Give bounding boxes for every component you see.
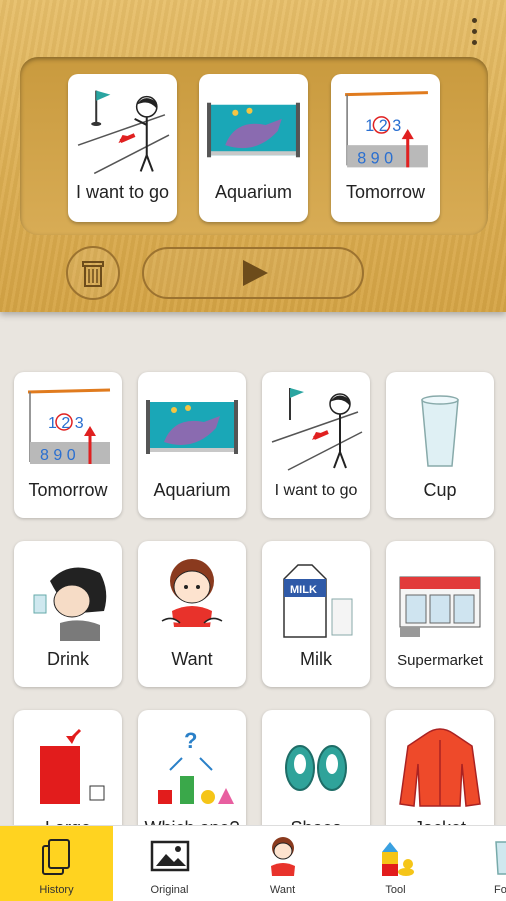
card-label: Drink [46,649,89,669]
grid-card-tomorrow[interactable]: 1 2 3 8 9 0 Tomorrow [14,372,122,518]
svg-text:1 2 3: 1 2 3 [365,117,401,135]
girl-want-icon [270,837,295,876]
toy-blocks-icon [381,842,414,876]
svg-text:8 9 0: 8 9 0 [357,149,393,167]
overflow-menu-icon[interactable] [466,16,484,48]
girl-want-icon [161,559,223,627]
svg-text:8 9 0: 8 9 0 [40,447,76,464]
svg-text:MILK: MILK [290,584,317,596]
image-frame-icon [150,840,189,872]
grid-card-i-want-to-go[interactable]: I want to go [262,372,370,518]
play-icon [243,260,268,286]
sentence-card-tomorrow[interactable]: 1 2 3 8 9 0 Tomorrow [331,74,440,222]
nav-label: Original [150,884,189,896]
grid-card-cup[interactable]: Cup [386,372,494,518]
nav-label: Tool [385,884,406,896]
card-label: Aquarium [153,480,231,500]
nav-tab-original[interactable]: Original [113,826,226,901]
card-label: Want [171,649,213,669]
aquarium-fish-icon [146,400,238,454]
svg-text:?: ? [184,728,197,753]
card-label: Milk [300,649,332,669]
grid-card-supermarket[interactable]: Supermarket [386,541,494,687]
svg-text:1 2 3: 1 2 3 [48,415,84,432]
grid-card-milk[interactable]: MILK Milk [262,541,370,687]
speak-sentence-button[interactable] [142,247,364,299]
aquarium-fish-icon [207,102,300,158]
person-pointing-flag-icon [271,388,363,471]
grid-card-drink[interactable]: Drink [14,541,122,687]
grid-card-want[interactable]: Want [138,541,246,687]
grid-card-aquarium[interactable]: Aquarium [138,372,246,518]
card-label: Supermarket [397,652,483,669]
nav-tab-history[interactable]: History [0,826,113,901]
large-small-icon [40,728,105,804]
clear-sentence-button[interactable] [66,246,120,300]
nav-tab-want[interactable]: Want [226,826,339,901]
shoes-icon [285,745,347,791]
cup-icon [421,395,459,467]
nav-tab-food[interactable]: Fo [452,826,506,901]
person-drinking-icon [33,567,107,641]
card-label: Tomorrow [345,182,425,202]
bottom-navigation: History Original Want Tool Fo [0,825,506,901]
supermarket-icon [399,576,481,637]
calendar-tomorrow-icon: 1 2 3 8 9 0 [345,91,428,168]
sentence-board: I want to go Aquarium 1 2 3 8 9 0 Tomorr… [0,0,506,312]
nav-tab-tool[interactable]: Tool [339,826,452,901]
sentence-card-i-want-to-go[interactable]: I want to go [68,74,177,222]
milk-carton-icon: MILK [283,564,353,638]
calendar-tomorrow-icon: 1 2 3 8 9 0 [27,388,111,464]
person-pointing-flag-icon [77,90,170,175]
jacket-icon [399,728,481,807]
history-cards-icon [41,839,70,875]
nav-label: Fo [494,884,506,896]
card-label: I want to go [75,182,170,202]
card-label: I want to go [274,482,358,499]
nav-label: History [39,884,74,896]
sentence-card-aquarium[interactable]: Aquarium [199,74,308,222]
nav-label: Want [269,884,296,896]
card-label: Tomorrow [28,480,108,500]
card-label: Aquarium [214,182,293,202]
trash-icon [82,261,104,287]
card-label: Cup [423,480,457,500]
glass-icon [495,841,506,875]
which-one-icon: ? [158,728,234,804]
